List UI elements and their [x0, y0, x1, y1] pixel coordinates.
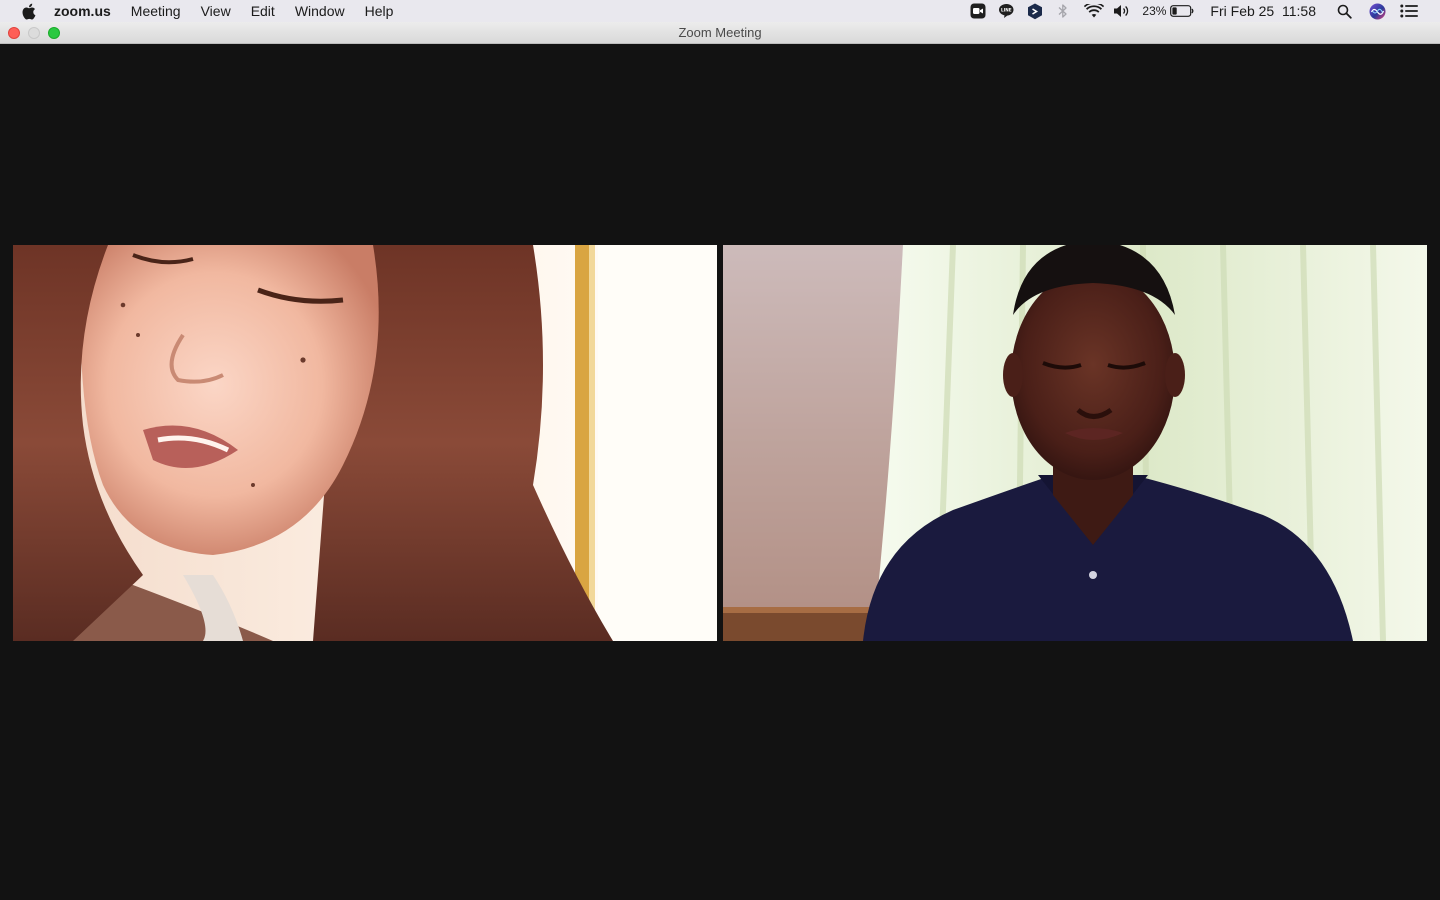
menu-meeting[interactable]: Meeting — [131, 0, 181, 22]
svg-text:LINE: LINE — [1001, 8, 1012, 13]
apple-menu-icon[interactable] — [20, 3, 36, 19]
menu-window[interactable]: Window — [295, 0, 345, 22]
zoom-status-icon[interactable] — [969, 0, 987, 22]
line-icon[interactable]: LINE — [997, 0, 1015, 22]
menu-view[interactable]: View — [201, 0, 231, 22]
window-title-bar[interactable]: Zoom Meeting — [0, 22, 1440, 44]
notification-center-icon[interactable] — [1400, 0, 1418, 22]
menu-bar-clock[interactable]: Fri Feb 25 11:58 — [1210, 0, 1316, 22]
participant-video-feed-left — [13, 245, 717, 641]
window-title: Zoom Meeting — [678, 25, 762, 40]
spotlight-search-icon[interactable] — [1336, 0, 1352, 22]
menu-edit[interactable]: Edit — [251, 0, 275, 22]
menu-bar-status-area: LINE 23% Fri Feb 25 11:58 — [969, 0, 1440, 22]
battery-percent: 23% — [1142, 4, 1167, 18]
menu-app-name[interactable]: zoom.us — [54, 0, 111, 22]
participant-video-feed-right — [723, 245, 1427, 641]
battery-icon[interactable] — [1170, 0, 1194, 22]
wifi-icon[interactable] — [1084, 0, 1105, 22]
menu-help[interactable]: Help — [365, 0, 394, 22]
participant-video-tile-left[interactable] — [13, 245, 717, 641]
siri-icon[interactable] — [1369, 0, 1386, 22]
menu-bar: zoom.us Meeting View Edit Window Help LI… — [0, 0, 1440, 22]
app-shield-icon[interactable] — [1026, 0, 1044, 22]
participant-video-tile-right[interactable] — [723, 245, 1427, 641]
volume-icon[interactable] — [1113, 0, 1131, 22]
bluetooth-icon[interactable] — [1056, 0, 1070, 22]
